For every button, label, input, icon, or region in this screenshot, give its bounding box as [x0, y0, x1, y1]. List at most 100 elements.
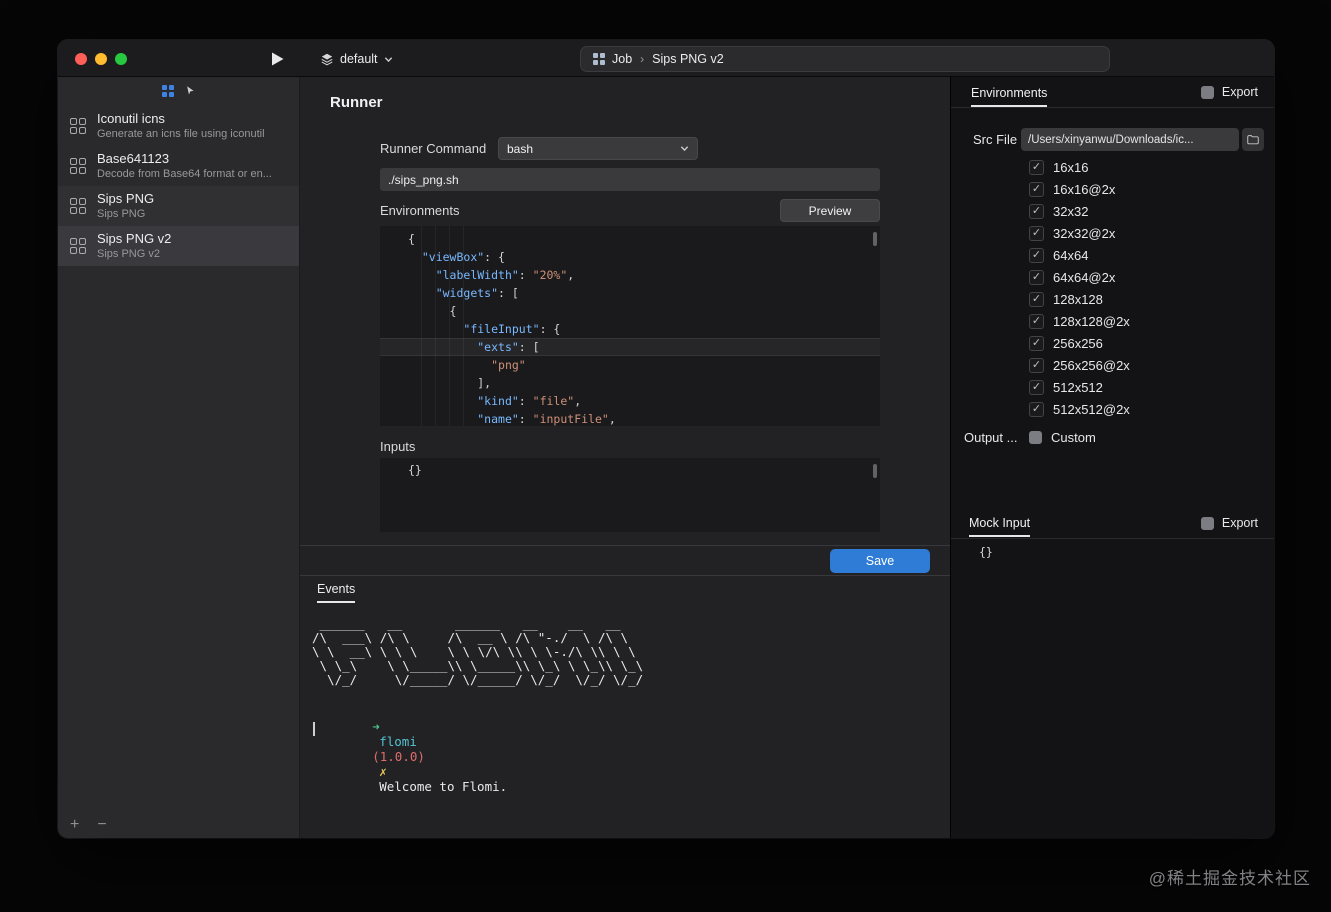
- size-option[interactable]: ✓ 128x128@2x: [951, 310, 1274, 332]
- size-option[interactable]: ✓ 64x64@2x: [951, 266, 1274, 288]
- size-option[interactable]: ✓ 16x16@2x: [951, 178, 1274, 200]
- size-option[interactable]: ✓ 512x512: [951, 376, 1274, 398]
- minimize-button[interactable]: [95, 53, 107, 65]
- script-path-input[interactable]: [380, 168, 880, 191]
- workspace-label: default: [340, 52, 378, 66]
- breadcrumb-section[interactable]: Job: [612, 52, 632, 66]
- size-label: 32x32@2x: [1053, 225, 1116, 241]
- size-option[interactable]: ✓ 256x256@2x: [951, 354, 1274, 376]
- editor-scrollbar[interactable]: [873, 232, 877, 246]
- add-job-button[interactable]: +: [70, 817, 79, 833]
- mock-export-checkbox[interactable]: [1200, 516, 1214, 530]
- size-label: 16x16: [1053, 159, 1089, 175]
- sidebar-item[interactable]: Base641123 Decode from Base64 format or e…: [58, 146, 299, 186]
- mock-export-label: Export: [1221, 516, 1258, 530]
- ascii-logo: ______ __ ______ __ __ __ /\ ___\ /\ \ /…: [312, 616, 644, 687]
- checkbox-checked-icon[interactable]: ✓: [1029, 291, 1044, 307]
- terminal-prompt: ➜: [372, 719, 380, 734]
- checkbox-checked-icon[interactable]: ✓: [1029, 357, 1044, 373]
- size-option[interactable]: ✓ 512x512@2x: [951, 398, 1274, 420]
- code-line: ],: [408, 376, 492, 390]
- mock-input-value[interactable]: {}: [979, 545, 993, 559]
- checkbox-checked-icon[interactable]: ✓: [1029, 313, 1044, 329]
- mock-export-control: Export: [1200, 516, 1258, 530]
- watermark: @稀土掘金技术社区: [1148, 869, 1311, 888]
- sidebar-item[interactable]: Sips PNG Sips PNG: [58, 186, 299, 226]
- browse-folder-button[interactable]: [1242, 128, 1264, 151]
- custom-checkbox[interactable]: [1029, 430, 1042, 444]
- size-label: 64x64: [1053, 247, 1089, 263]
- checkbox-checked-icon[interactable]: ✓: [1029, 335, 1044, 351]
- size-label: 64x64@2x: [1053, 269, 1116, 285]
- folder-icon: [1247, 134, 1259, 144]
- inputs-editor[interactable]: {}: [380, 458, 880, 532]
- terminal-message: Welcome to Flomi.: [379, 779, 508, 794]
- code-line: {: [408, 304, 457, 318]
- breadcrumb[interactable]: Job › Sips PNG v2: [580, 46, 1110, 72]
- app-window: default Job › Sips PNG v2 Iconutil icns G…: [58, 40, 1274, 838]
- job-texts: Iconutil icns Generate an icns file using…: [97, 111, 265, 141]
- remove-job-button[interactable]: −: [97, 817, 106, 833]
- code-line: "labelWidth": "20%",: [435, 268, 575, 282]
- sidebar-footer: + −: [70, 817, 107, 833]
- size-option[interactable]: ✓ 256x256: [951, 332, 1274, 354]
- sidebar: Iconutil icns Generate an icns file using…: [58, 77, 300, 838]
- panel-header: Environments Export: [951, 77, 1274, 108]
- code-content: { "viewBox": { "labelWidth": "20%", "wid…: [380, 230, 880, 426]
- src-file-input[interactable]: [1021, 128, 1239, 151]
- editor-scrollbar[interactable]: [873, 464, 877, 478]
- environments-editor[interactable]: { "viewBox": { "labelWidth": "20%", "wid…: [380, 226, 880, 426]
- zoom-button[interactable]: [115, 53, 127, 65]
- size-option[interactable]: ✓ 16x16: [951, 156, 1274, 178]
- custom-label: Custom: [1051, 429, 1096, 445]
- checkbox-checked-icon[interactable]: ✓: [1029, 247, 1044, 263]
- sidebar-item[interactable]: Sips PNG v2 Sips PNG v2: [58, 226, 299, 266]
- tab-mock-input[interactable]: Mock Input: [969, 516, 1031, 537]
- size-option[interactable]: ✓ 32x32: [951, 200, 1274, 222]
- apps-icon[interactable]: [162, 84, 174, 97]
- size-label: 128x128: [1053, 291, 1103, 307]
- size-label: 512x512: [1053, 379, 1103, 395]
- job-subtitle: Generate an icns file using iconutil: [97, 128, 265, 140]
- workspace-selector[interactable]: default: [320, 48, 393, 70]
- terminal-line: ➜ flomi (1.0.0) ✗ Welcome to Flomi.: [312, 704, 507, 809]
- checkbox-checked-icon[interactable]: ✓: [1029, 203, 1044, 219]
- size-option[interactable]: ✓ 128x128: [951, 288, 1274, 310]
- save-button[interactable]: Save: [830, 549, 930, 573]
- runner-command-label: Runner Command: [380, 141, 487, 156]
- tab-events[interactable]: Events: [317, 582, 356, 603]
- sidebar-item[interactable]: Iconutil icns Generate an icns file using…: [58, 106, 299, 146]
- checkbox-checked-icon[interactable]: ✓: [1029, 181, 1044, 197]
- cursor-icon[interactable]: [184, 84, 197, 97]
- close-button[interactable]: [75, 53, 87, 65]
- checkbox-checked-icon[interactable]: ✓: [1029, 269, 1044, 285]
- output-label: Output ...: [964, 429, 1018, 445]
- app-body: Iconutil icns Generate an icns file using…: [58, 77, 1274, 838]
- job-title: Iconutil icns: [97, 111, 165, 126]
- export-checkbox[interactable]: [1200, 85, 1214, 99]
- preview-button[interactable]: Preview: [780, 199, 880, 222]
- checkbox-checked-icon[interactable]: ✓: [1029, 159, 1044, 175]
- checkbox-checked-icon[interactable]: ✓: [1029, 379, 1044, 395]
- checkbox-checked-icon[interactable]: ✓: [1029, 401, 1044, 417]
- size-option[interactable]: ✓ 64x64: [951, 244, 1274, 266]
- job-title: Sips PNG: [97, 191, 155, 206]
- size-option[interactable]: ✓ 32x32@2x: [951, 222, 1274, 244]
- code-line: "widgets": [: [435, 286, 519, 300]
- save-bar: Save: [300, 545, 950, 575]
- indent-guide: [449, 226, 450, 426]
- tab-environments[interactable]: Environments: [971, 86, 1048, 107]
- chevron-down-icon: [680, 146, 689, 152]
- indent-guide: [435, 226, 436, 426]
- size-label: 256x256@2x: [1053, 357, 1130, 373]
- terminal-app: flomi: [379, 734, 417, 749]
- indent-guide: [463, 226, 464, 426]
- indent-guide: [421, 226, 422, 426]
- terminal-mark: ✗: [379, 764, 387, 779]
- runner-command-select[interactable]: bash: [498, 137, 698, 160]
- stack-icon: [321, 53, 333, 66]
- main-panel: Runner Runner Command bash Environments …: [300, 77, 950, 838]
- run-button[interactable]: [268, 50, 286, 68]
- checkbox-checked-icon[interactable]: ✓: [1029, 225, 1044, 241]
- job-grid-icon: [70, 158, 86, 174]
